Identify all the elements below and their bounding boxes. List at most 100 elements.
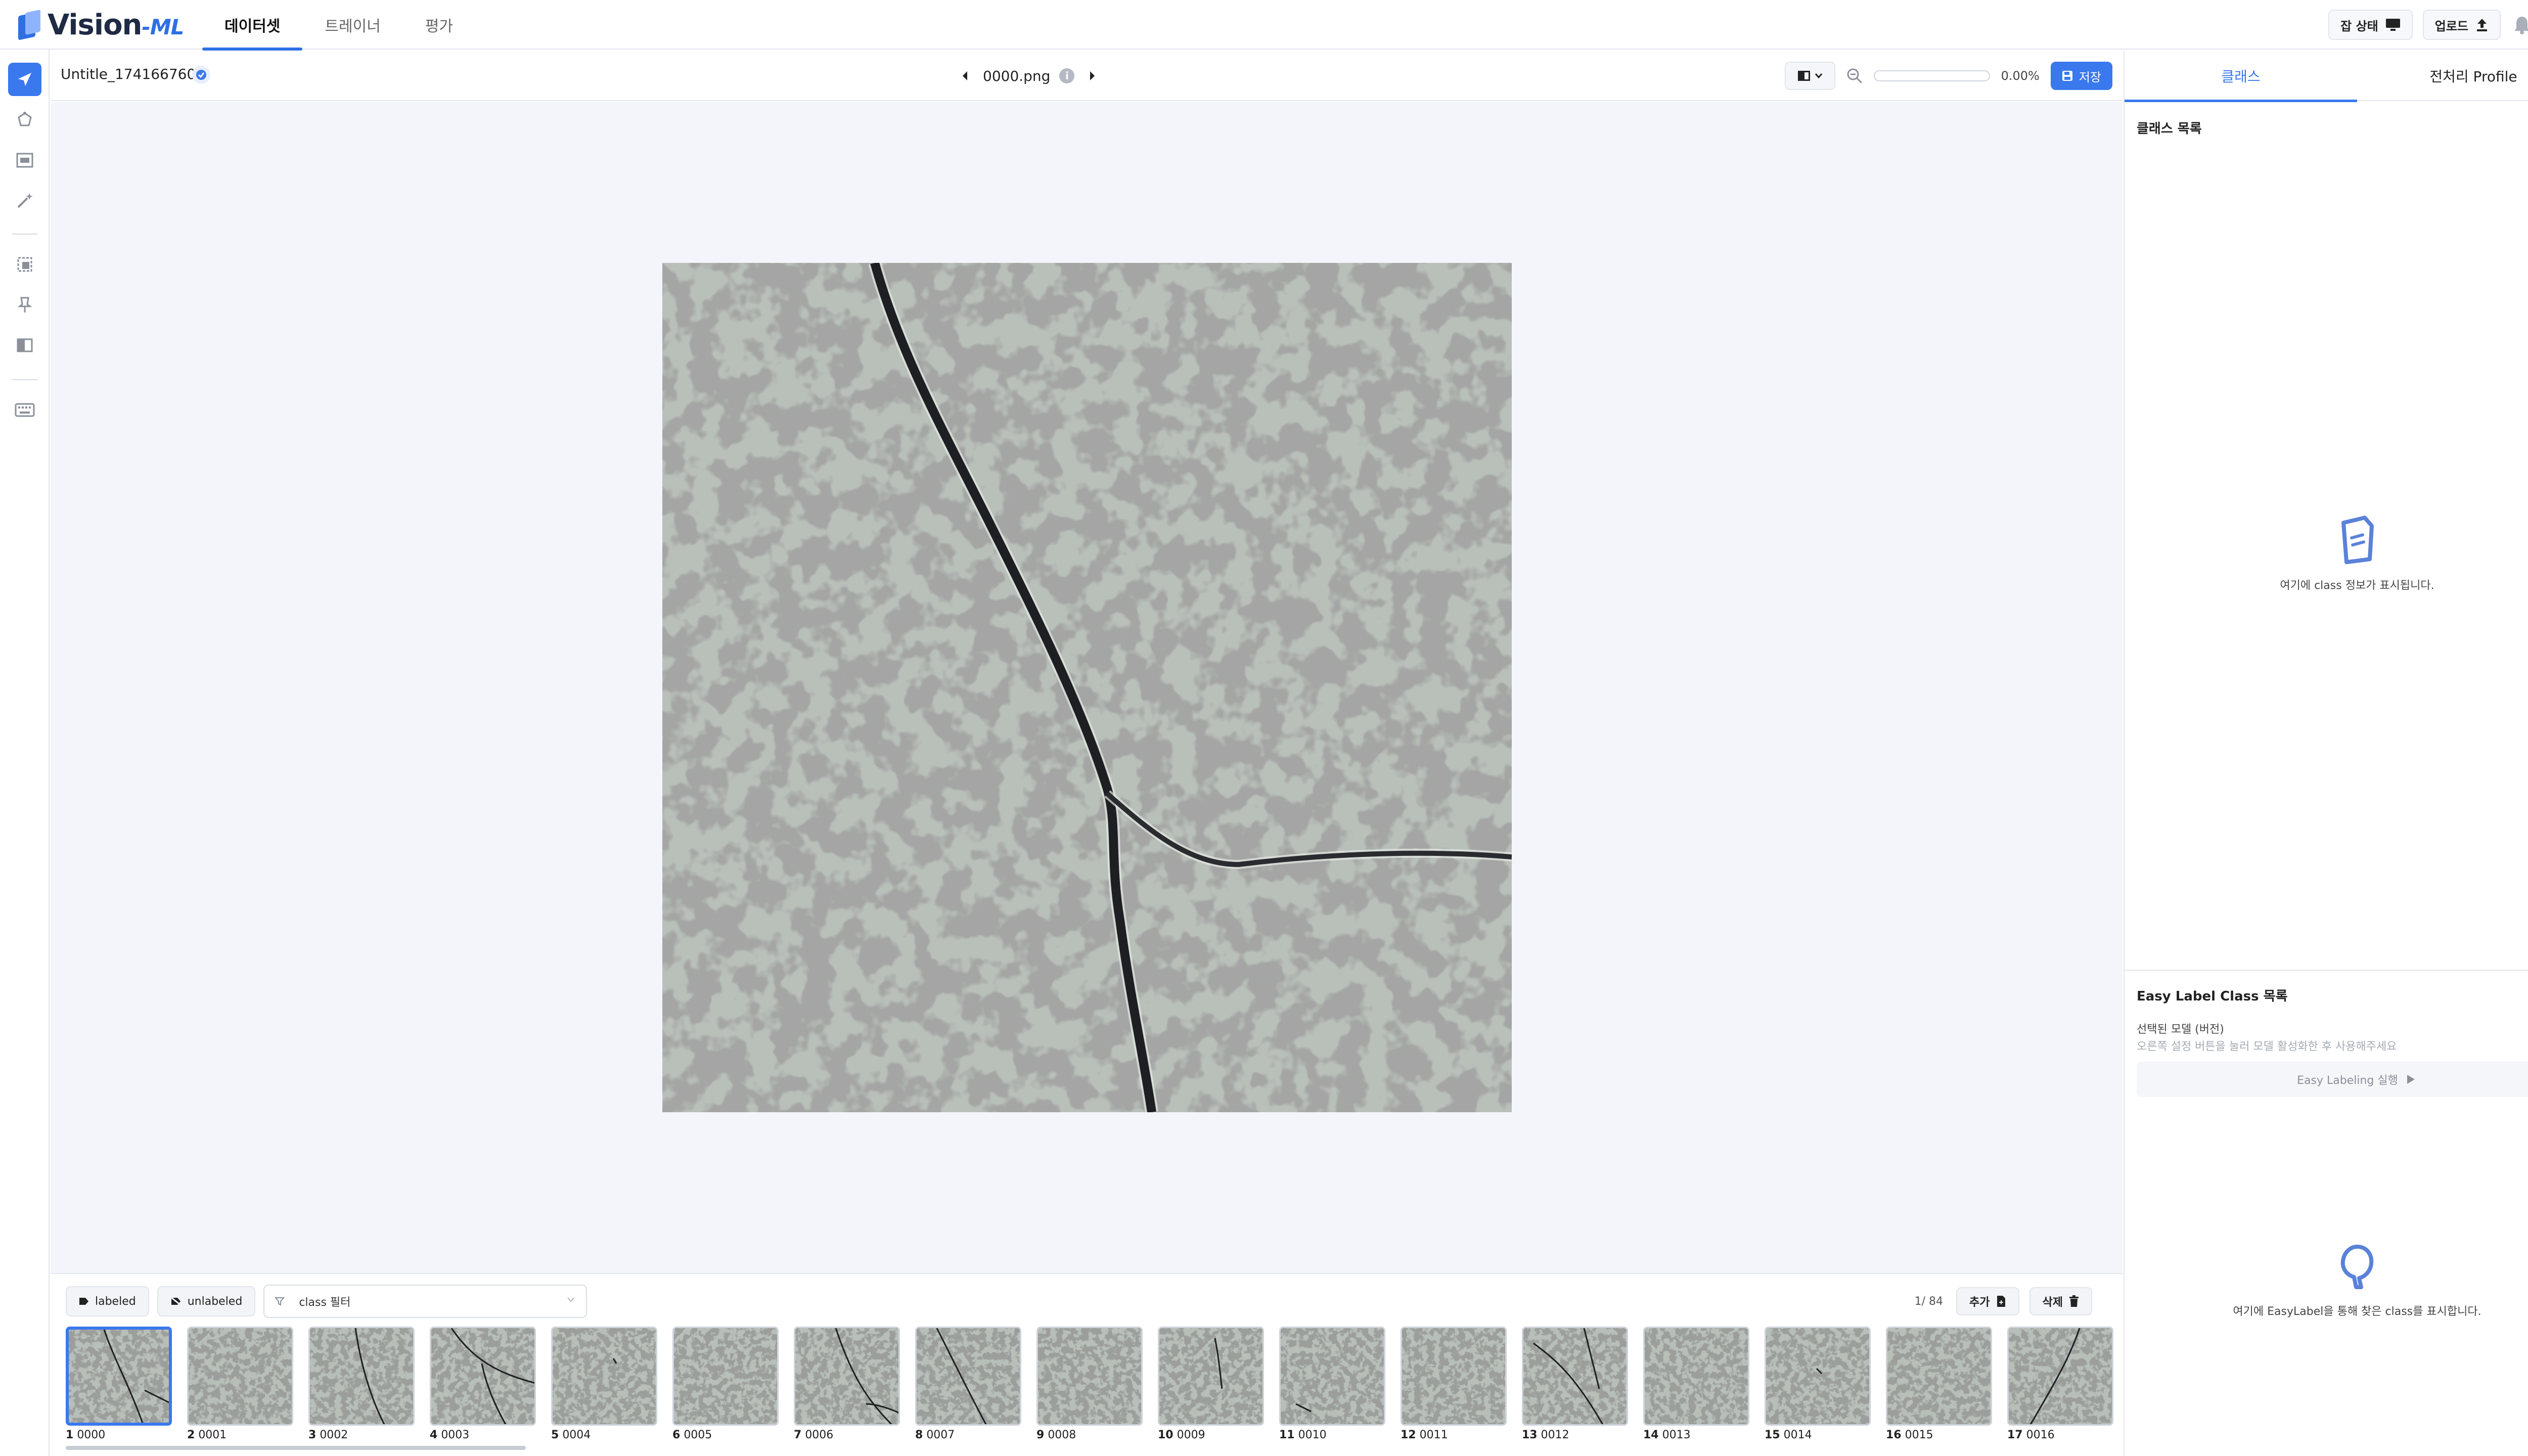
thumbnail-index: 16 — [1886, 1429, 1902, 1441]
thumbnail-item[interactable]: 15 0014 — [1765, 1327, 1871, 1441]
keyboard-icon[interactable] — [8, 393, 41, 427]
thumbnail-item[interactable]: 8 0007 — [915, 1327, 1021, 1441]
select-tool-icon[interactable] — [8, 63, 41, 96]
nav-tab-1[interactable]: 트레이너 — [302, 0, 402, 50]
thumbnail-image[interactable] — [1765, 1327, 1871, 1426]
thumbnail-item[interactable]: 6 0005 — [672, 1327, 779, 1441]
thumbnail-image[interactable] — [1401, 1327, 1507, 1426]
thumbnail-name: 0015 — [1905, 1429, 1933, 1441]
thumbnail-item[interactable]: 11 0010 — [1279, 1327, 1385, 1441]
thumbnail-image[interactable] — [2007, 1327, 2113, 1426]
thumbnail-item[interactable]: 7 0006 — [794, 1327, 900, 1441]
monitor-icon — [2385, 19, 2400, 31]
app-logo[interactable]: Vision-ML — [18, 9, 184, 41]
thumbnail-image[interactable] — [915, 1327, 1021, 1426]
thumbnail-index: 6 — [672, 1429, 681, 1441]
thumbnail-image[interactable] — [672, 1327, 779, 1426]
thumbnail-index: 7 — [794, 1429, 802, 1441]
annotation-canvas[interactable] — [51, 102, 2123, 1273]
thumbnail-image[interactable] — [1036, 1327, 1143, 1426]
thumbnail-image[interactable] — [430, 1327, 536, 1426]
nav-tab-0[interactable]: 데이터셋 — [202, 0, 303, 51]
thumbnail-item[interactable]: 12 0011 — [1401, 1327, 1507, 1441]
thumbnail-item[interactable]: 10 0009 — [1158, 1327, 1264, 1441]
thumbnail-index: 9 — [1036, 1429, 1045, 1441]
thumbnail-name: 0005 — [684, 1429, 712, 1441]
thumbnail-item[interactable]: 2 0001 — [187, 1327, 293, 1441]
compare-icon[interactable] — [8, 329, 41, 362]
magic-wand-icon[interactable] — [8, 184, 41, 217]
chevron-down-icon — [1815, 73, 1822, 79]
image-filmstrip: labeled unlabeled class 필터 1/ 84 추가 삭제 1… — [51, 1273, 2123, 1456]
thumbnail-image[interactable] — [187, 1327, 293, 1426]
info-icon[interactable]: i — [1059, 68, 1075, 83]
zoom-value: 0.00% — [2001, 69, 2040, 83]
thumbnail-index: 11 — [1279, 1429, 1295, 1441]
thumbnail-label: 15 0014 — [1765, 1429, 1871, 1441]
zoom-slider[interactable] — [1873, 70, 1990, 81]
thumbnail-item[interactable]: 17 0016 — [2007, 1327, 2113, 1441]
toolbar-divider — [12, 379, 37, 380]
right-tab-0[interactable]: 클래스 — [2125, 51, 2357, 102]
thumbnail-item[interactable]: 14 0013 — [1643, 1327, 1749, 1441]
class-filter-select[interactable]: class 필터 — [263, 1285, 588, 1318]
thumbnail-image[interactable] — [1522, 1327, 1628, 1426]
easy-labeling-run-button[interactable]: Easy Labeling 실행 — [2137, 1062, 2528, 1097]
thumbnail-image[interactable] — [66, 1327, 172, 1426]
job-status-button[interactable]: 잡 상태 — [2328, 10, 2413, 40]
thumbnail-label: 17 0016 — [2007, 1429, 2113, 1441]
thumbnail-item[interactable]: 5 0004 — [551, 1327, 657, 1441]
selected-model-hint: 오른쪽 설정 버튼을 눌러 모델 활성화한 후 사용해주세요 — [2137, 1040, 2397, 1053]
thumbnail-item[interactable]: 16 0015 — [1886, 1327, 1992, 1441]
right-tab-1[interactable]: 전처리 Profile — [2357, 51, 2528, 101]
project-title[interactable]: Untitle_1741667605 — [61, 66, 205, 82]
selected-model-label: 선택된 모델 (버전) — [2137, 1023, 2224, 1036]
check-icon[interactable] — [192, 66, 210, 84]
page-count: 1/ 84 — [1914, 1295, 1944, 1308]
thumbnail-image[interactable] — [1886, 1327, 1992, 1426]
bell-icon[interactable] — [2511, 14, 2528, 36]
pin-icon[interactable] — [8, 288, 41, 322]
thumbnail-index: 2 — [187, 1429, 195, 1441]
view-mode-dropdown[interactable] — [1784, 62, 1835, 90]
thumbnail-name: 0001 — [198, 1429, 227, 1441]
thumbnail-label: 7 0006 — [794, 1429, 900, 1441]
thumbnail-item[interactable]: 9 0008 — [1036, 1327, 1143, 1441]
zoom-out-icon[interactable] — [1846, 68, 1863, 84]
thumbnail-item[interactable]: 13 0012 — [1522, 1327, 1628, 1441]
delete-image-button[interactable]: 삭제 — [2029, 1287, 2092, 1315]
search-icon — [2340, 1245, 2374, 1289]
thumbnail-item[interactable]: 1 0000 — [66, 1327, 172, 1441]
thumbnail-image[interactable] — [308, 1327, 415, 1426]
thumbnail-image[interactable] — [794, 1327, 900, 1426]
labeled-label: labeled — [95, 1295, 136, 1308]
nav-tab-2[interactable]: 평가 — [403, 0, 475, 50]
file-plus-icon — [1997, 1296, 2005, 1307]
add-image-button[interactable]: 추가 — [1956, 1287, 2019, 1315]
upload-button[interactable]: 업로드 — [2422, 10, 2501, 40]
unlabeled-filter-button[interactable]: unlabeled — [157, 1286, 256, 1316]
thumbnail-label: 6 0005 — [672, 1429, 779, 1441]
chevron-down-icon — [567, 1297, 575, 1302]
easy-label-empty-text: 여기에 EasyLabel을 통해 찾은 class를 표시합니다. — [2233, 1305, 2481, 1318]
filmstrip-scrollbar[interactable] — [66, 1446, 526, 1450]
thumbnail-image[interactable] — [1279, 1327, 1385, 1426]
prev-file-icon[interactable] — [956, 66, 974, 86]
thumbnail-image[interactable] — [551, 1327, 657, 1426]
thumbnail-index: 1 — [66, 1429, 74, 1441]
thumbnail-item[interactable]: 3 0002 — [308, 1327, 415, 1441]
thumbnail-label: 3 0002 — [308, 1429, 415, 1441]
thumbnail-image[interactable] — [1643, 1327, 1749, 1426]
tag-off-icon — [170, 1297, 182, 1306]
box-tool-icon[interactable] — [8, 144, 41, 177]
thumbnail-label: 14 0013 — [1643, 1429, 1749, 1441]
polygon-tool-icon[interactable] — [8, 103, 41, 136]
save-button[interactable]: 저장 — [2050, 62, 2112, 90]
main-image[interactable] — [662, 263, 1512, 1112]
thumbnail-image[interactable] — [1158, 1327, 1264, 1426]
labeled-filter-button[interactable]: labeled — [66, 1286, 149, 1316]
thumbnail-name: 0002 — [320, 1429, 348, 1441]
next-file-icon[interactable] — [1084, 66, 1102, 86]
crop-icon[interactable] — [8, 248, 41, 281]
thumbnail-item[interactable]: 4 0003 — [430, 1327, 536, 1441]
